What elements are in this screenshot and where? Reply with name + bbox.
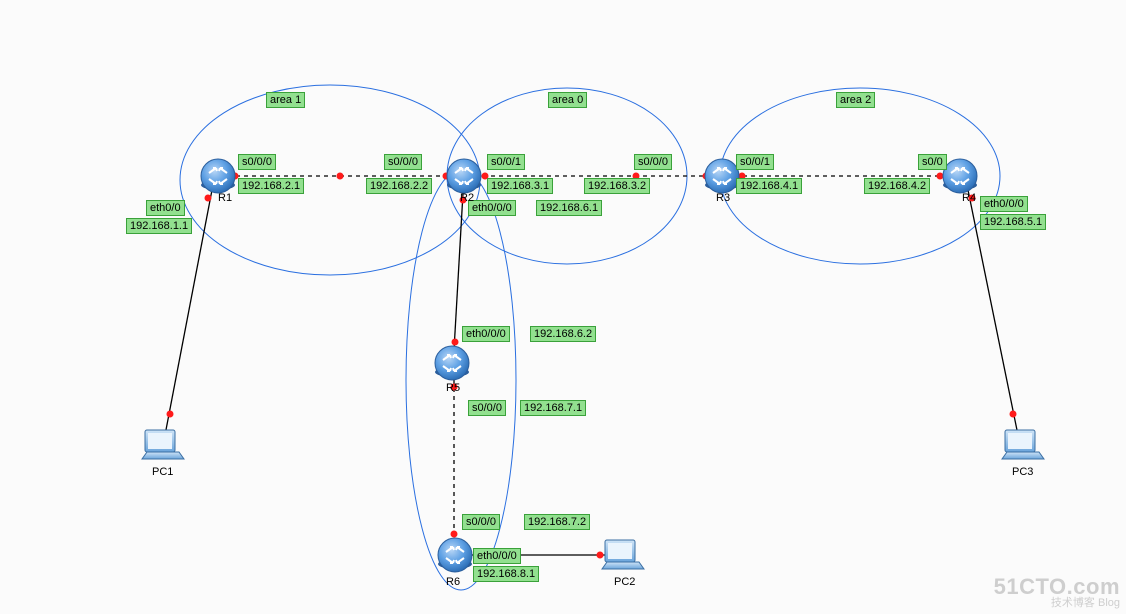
r1-s000-label: s0/0/0	[238, 154, 276, 170]
pc3-name: PC3	[1012, 466, 1033, 478]
pc1-name: PC1	[152, 466, 173, 478]
watermark: 51CTO.com 技术博客 Blog	[994, 575, 1120, 610]
ip-r2r5-b: 192.168.6.2	[530, 326, 596, 342]
ip-r5r6-a: 192.168.7.1	[520, 400, 586, 416]
r1-eth-label: eth0/0	[146, 200, 185, 216]
r4-s001-label: s0/0	[918, 154, 947, 170]
ip-r3r4-a: 192.168.4.1	[736, 178, 802, 194]
r1-name: R1	[218, 192, 232, 204]
ip-r1-pc1: 192.168.1.1	[126, 218, 192, 234]
r5-name: R5	[446, 382, 460, 394]
area-2-label: area 2	[836, 92, 875, 108]
ip-r5r6-b: 192.168.7.2	[524, 514, 590, 530]
r4-eth-label: eth0/0/0	[980, 196, 1028, 212]
r6-eth-label: eth0/0/0	[473, 548, 521, 564]
r3-s001-label: s0/0/1	[736, 154, 774, 170]
ip-r2r5-a: 192.168.6.1	[536, 200, 602, 216]
r6-s000-label: s0/0/0	[462, 514, 500, 530]
area-0-label: area 0	[548, 92, 587, 108]
r4-name: R4	[962, 192, 976, 204]
r3-s000-label: s0/0/0	[634, 154, 672, 170]
watermark-tag: 技术博客 Blog	[994, 598, 1120, 610]
watermark-brand: 51CTO.com	[994, 575, 1120, 598]
r2-s000-label: s0/0/0	[384, 154, 422, 170]
ip-r2r3-b: 192.168.3.2	[584, 178, 650, 194]
ip-r3r4-b: 192.168.4.2	[864, 178, 930, 194]
r2-name: R2	[460, 192, 474, 204]
r5-s000-label: s0/0/0	[468, 400, 506, 416]
r5-eth-label: eth0/0/0	[462, 326, 510, 342]
pc2-name: PC2	[614, 576, 635, 588]
ip-r1r2-b: 192.168.2.2	[366, 178, 432, 194]
ip-r2r3-a: 192.168.3.1	[487, 178, 553, 194]
ip-r1r2-a: 192.168.2.1	[238, 178, 304, 194]
ip-r6-pc2: 192.168.8.1	[473, 566, 539, 582]
r6-name: R6	[446, 576, 460, 588]
r2-eth-label: eth0/0/0	[468, 200, 516, 216]
r3-name: R3	[716, 192, 730, 204]
diagram-canvas: area 1 area 0 area 2 s0/0/0 s0/0/0 s0/0/…	[0, 0, 1126, 614]
area-1-label: area 1	[266, 92, 305, 108]
r2-s001-label: s0/0/1	[487, 154, 525, 170]
ip-r4-pc3: 192.168.5.1	[980, 214, 1046, 230]
